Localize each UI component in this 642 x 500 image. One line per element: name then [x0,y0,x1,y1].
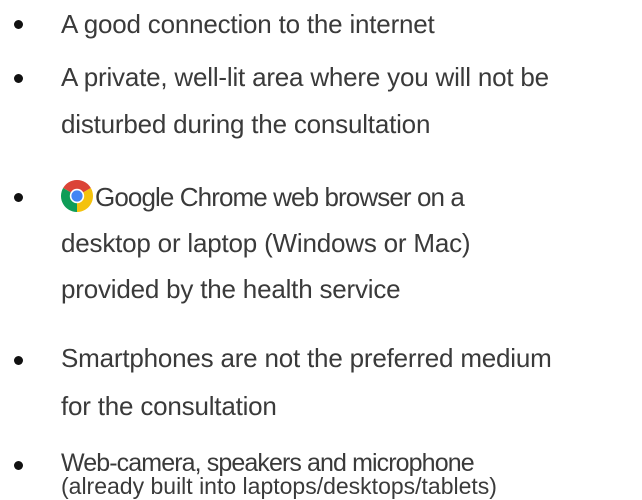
list-item-text: disturbed during the consultation [61,109,431,139]
chrome-icon [61,180,93,212]
bullet [14,74,23,83]
list-item-text: Google Chrome web browser on a [61,180,465,213]
list-item-text: A good connection to the internet [61,9,435,39]
list-item-text: Smartphones are not the preferred medium [61,343,552,373]
list-item-text: desktop or laptop (Windows or Mac) [61,228,471,258]
bullet [14,461,23,470]
list-item-text: provided by the health service [61,274,401,304]
list-item-subtext: (already built into laptops/desktops/tab… [61,473,497,499]
list-item-text-label: Google Chrome web browser on a [95,182,465,212]
list-item-text: A private, well-lit area where you will … [61,62,549,92]
bullet [14,193,23,202]
list-item-text: for the consultation [61,391,277,421]
bullet [14,20,23,29]
bullet [14,356,23,365]
